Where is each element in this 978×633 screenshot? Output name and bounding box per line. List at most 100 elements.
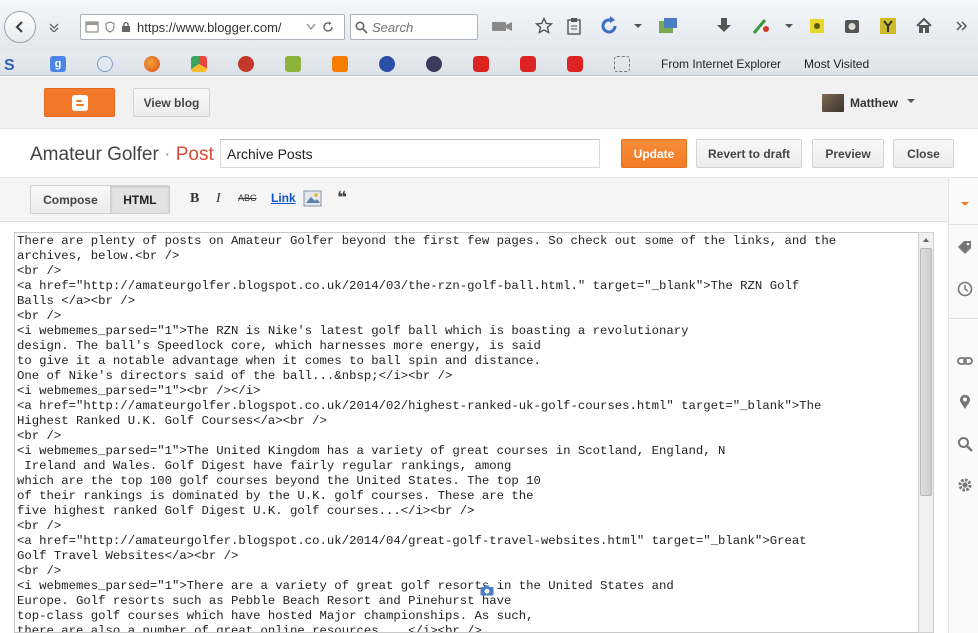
quote-button[interactable]: ❝ <box>337 188 347 208</box>
skype-s-icon[interactable]: S <box>2 56 18 72</box>
reload-icon[interactable] <box>322 21 334 33</box>
sidebar-divider <box>949 224 978 225</box>
shield-icon <box>105 21 115 33</box>
code-line: <i webmemes_parsed="1"><br /></i> <box>17 384 261 398</box>
search-description-icon[interactable] <box>957 436 973 452</box>
code-line: There are plenty of posts on Amateur Gol… <box>17 234 837 248</box>
preview-button[interactable]: Preview <box>812 139 884 168</box>
code-line: One of Nike's directors said of the ball… <box>17 369 453 383</box>
red-c-bookmark-icon[interactable] <box>238 56 254 72</box>
screenshot-camera-icon[interactable] <box>480 585 494 596</box>
addon-dropdown-icon[interactable] <box>778 15 800 37</box>
options-gear-icon[interactable] <box>957 477 973 493</box>
bookmark-from-ie[interactable]: From Internet Explorer <box>661 57 781 71</box>
bookmark-most-visited[interactable]: Most Visited <box>804 57 869 71</box>
insert-image-icon[interactable] <box>303 189 322 208</box>
page-icon <box>85 21 99 33</box>
drive-bookmark-icon[interactable] <box>191 56 207 72</box>
clipboard-icon[interactable] <box>563 15 585 37</box>
italic-button[interactable]: I <box>216 191 221 207</box>
url-text: https://www.blogger.com/ <box>137 19 282 35</box>
dark-swirl-bookmark-icon[interactable] <box>426 56 442 72</box>
link-button[interactable]: Link <box>271 191 296 205</box>
blogger-logo-button[interactable] <box>44 88 115 117</box>
youtube-bookmark-icon-2[interactable] <box>520 56 536 72</box>
update-button[interactable]: Update <box>621 139 687 168</box>
blogger-logo-icon <box>71 94 88 111</box>
blue-compass-bookmark-icon[interactable] <box>379 56 395 72</box>
green-lh-bookmark-icon[interactable] <box>285 56 301 72</box>
code-line: to give it a notable advantage when it c… <box>17 354 541 368</box>
pen-addon-icon[interactable] <box>750 15 772 37</box>
code-line: <a href="http://amateurgolfer.blogspot.c… <box>17 279 800 293</box>
code-line: design. The ball's Speedlock core, which… <box>17 339 541 353</box>
search-input[interactable] <box>372 19 462 35</box>
view-blog-button[interactable]: View blog <box>133 88 210 117</box>
firefox-bookmark-icon[interactable] <box>144 56 160 72</box>
google-bookmark-icon[interactable]: g <box>50 56 66 72</box>
post-title-input[interactable] <box>220 139 600 168</box>
sidebar-divider <box>949 318 978 319</box>
bookmarks-toolbar: S g From Internet Explorer Most Visited <box>0 52 978 76</box>
revert-to-draft-button[interactable]: Revert to draft <box>696 139 802 168</box>
dc-bookmark-icon[interactable] <box>97 56 113 72</box>
scroll-up-arrow-icon[interactable] <box>919 233 933 247</box>
editor-scrollbar[interactable] <box>918 232 934 633</box>
post-settings-sidebar <box>948 178 978 633</box>
back-arrow-icon <box>15 21 23 33</box>
sync-dropdown-icon[interactable] <box>627 15 649 37</box>
code-line: <br /> <box>17 309 62 323</box>
close-button[interactable]: Close <box>893 139 954 168</box>
lock-icon <box>121 21 131 33</box>
html-source-textarea[interactable]: There are plenty of posts on Amateur Gol… <box>14 232 918 633</box>
overflow-chevron-icon[interactable] <box>951 15 973 37</box>
sidebar-collapse-arrow-icon[interactable] <box>957 196 973 212</box>
youtube-bookmark-icon-3[interactable] <box>567 56 583 72</box>
sync-icon[interactable] <box>598 15 620 37</box>
blog-name[interactable]: Amateur Golfer <box>30 144 159 165</box>
code-line: Balls </a><br /> <box>17 294 136 308</box>
code-line: top-class golf courses which have hosted… <box>17 609 534 623</box>
user-name[interactable]: Matthew <box>850 96 898 110</box>
html-mode-button[interactable]: HTML <box>109 186 169 213</box>
bold-button[interactable]: B <box>190 191 199 207</box>
code-line: of their rankings is dominated by the U.… <box>17 489 534 503</box>
addon-icon[interactable] <box>657 15 679 37</box>
toolbox-icon[interactable] <box>841 15 863 37</box>
code-line: <br /> <box>17 264 62 278</box>
code-line: <a href="http://amateurgolfer.blogspot.c… <box>17 534 807 548</box>
url-dropdown-icon[interactable] <box>306 23 316 31</box>
empty-bookmark-icon[interactable] <box>614 56 630 72</box>
scrollbar-thumb[interactable] <box>920 248 932 496</box>
post-label: Post <box>175 144 214 165</box>
code-line: archives, below.<br /> <box>17 249 180 263</box>
blogger-bookmark-icon[interactable] <box>332 56 348 72</box>
yellow-y-icon[interactable] <box>877 15 899 37</box>
code-line: <i webmemes_parsed="1">The United Kingdo… <box>17 444 726 458</box>
code-line: which are the top 100 golf courses beyon… <box>17 474 541 488</box>
home-icon[interactable] <box>913 15 935 37</box>
permalink-chain-icon[interactable] <box>957 353 973 369</box>
chevron-down-icon <box>49 23 59 32</box>
user-menu-caret-icon[interactable] <box>907 99 915 103</box>
blogger-header: View blog Matthew <box>0 77 978 129</box>
labels-tag-icon[interactable] <box>957 240 973 256</box>
youtube-bookmark-icon-1[interactable] <box>473 56 489 72</box>
avatar[interactable] <box>822 94 844 112</box>
schedule-clock-icon[interactable] <box>957 281 973 297</box>
url-bar[interactable]: https://www.blogger.com/ <box>80 14 345 40</box>
back-button[interactable] <box>4 11 36 43</box>
search-bar[interactable] <box>350 14 478 40</box>
code-line: five highest ranked Golf Digest U.K. gol… <box>17 504 475 518</box>
code-line: <br /> <box>17 564 62 578</box>
bookmark-star-icon[interactable] <box>533 15 555 37</box>
post-title-bar: Amateur Golfer · Post Update Revert to d… <box>0 130 978 178</box>
code-line: <br /> <box>17 429 62 443</box>
compose-mode-button[interactable]: Compose <box>31 186 110 213</box>
camera-icon[interactable] <box>491 15 513 37</box>
yellow-addon-icon[interactable] <box>806 15 828 37</box>
download-icon[interactable] <box>713 15 735 37</box>
history-dropdown-button[interactable] <box>42 17 66 37</box>
location-pin-icon[interactable] <box>957 394 973 410</box>
strikethrough-button[interactable]: ABC <box>238 193 257 203</box>
